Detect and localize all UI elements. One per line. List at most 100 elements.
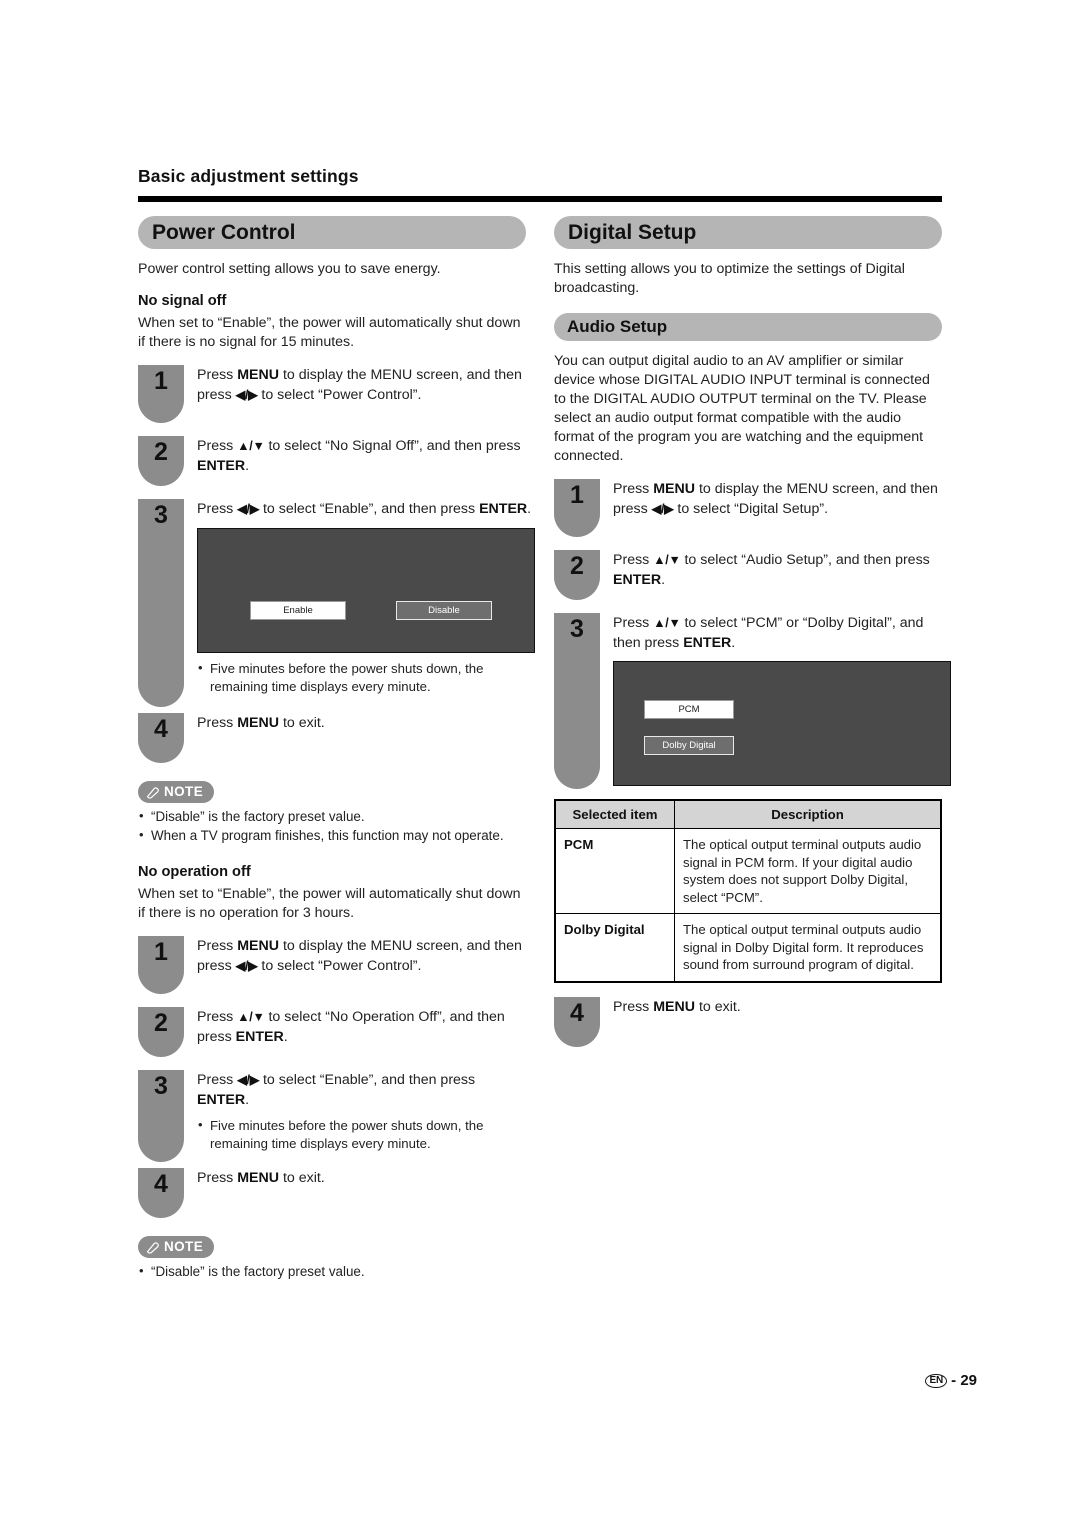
arrow-up-down-icon: ▲/▼ [653,616,681,630]
step-text-pre: Press [197,438,238,454]
step-marker: 1 [554,479,600,537]
step-row: 1 Press MENU to display the MENU screen,… [138,365,526,423]
step-text-pre: Press [613,615,654,631]
key-menu: MENU [653,998,695,1015]
key-menu: MENU [237,715,279,731]
column-header-description: Description [674,799,942,829]
step-text-post: to exit. [279,1170,325,1186]
step-text-pre: Press [197,367,238,383]
step-marker: 3 [554,613,600,789]
note-label: NOTE [164,1239,204,1254]
osd-option-dolby-digital[interactable]: Dolby Digital [644,736,734,755]
step-text-post: . [245,457,250,474]
step-text-post: . [661,571,666,588]
step-marker: 1 [138,365,184,423]
audio-setup-description: You can output digital audio to an AV am… [554,353,930,464]
step-text-pre: Press [613,481,654,497]
arrow-left-right-icon: ◀/▶ [651,501,674,516]
column-header-selected-item: Selected item [554,799,675,829]
step-text: Press ▲/▼ to select “PCM” or “Dolby Digi… [600,613,951,789]
arrow-up-down-icon: ▲/▼ [237,1010,265,1024]
step-marker: 3 [138,499,184,707]
step-row: 3 Press ▲/▼ to select “PCM” or “Dolby Di… [554,613,951,789]
language-badge: EN [925,1374,947,1388]
step-text-post: . [283,1028,288,1045]
step-bullets: Five minutes before the power shuts down… [197,1116,526,1153]
table-header-row: Selected item Description [554,799,942,829]
arrow-up-down-icon: ▲/▼ [237,439,265,453]
step-row: 1 Press MENU to display the MENU screen,… [554,479,942,537]
note-badge: NOTE [138,1236,215,1258]
page-number: 29 [960,1372,977,1389]
step-row: 3 Press ◀/▶ to select “Enable”, and then… [138,499,535,707]
no-signal-off-description: When set to “Enable”, the power will aut… [138,315,521,350]
step-text-post: to select “Digital Setup”. [673,500,829,517]
osd-option-disable[interactable]: Disable [396,600,492,620]
step-text-pre: Press [613,998,654,1015]
subheading-no-operation-off: No operation off [138,864,251,880]
note-block: NOTE “Disable” is the factory preset val… [138,781,526,845]
step-row: 4 Press MENU to exit. [554,996,942,1047]
step-text: Press MENU to exit. [600,997,942,1047]
step-marker: 4 [138,713,184,763]
key-menu: MENU [237,938,279,954]
step-row: 3 Press ◀/▶ to select “Enable”, and then… [138,1070,526,1162]
step-text-mid: to select “Enable”, and then press [259,1072,476,1088]
step-text: Press MENU to exit. [184,713,526,763]
step-text-pre: Press [197,1009,238,1025]
section-title-digital-setup: Digital Setup [554,216,942,249]
step-marker: 4 [554,996,600,1047]
osd-option-pcm[interactable]: PCM [644,700,734,719]
step-text-pre: Press [197,501,238,517]
note-block: NOTE “Disable” is the factory preset val… [138,1236,526,1281]
note-item: When a TV program finishes, this functio… [138,826,526,845]
step-row: 1 Press MENU to display the MENU screen,… [138,936,526,994]
arrow-left-right-icon: ◀/▶ [237,502,260,516]
pencil-icon [146,1242,159,1254]
osd-option-enable[interactable]: Enable [250,600,346,620]
step-text-post: to exit. [279,715,325,731]
key-enter: ENTER [683,634,732,651]
step-text-post: . [731,634,736,651]
cell-description: The optical output terminal outputs audi… [674,913,942,982]
step-marker: 3 [138,1070,184,1162]
step-text-pre: Press [197,715,238,731]
arrow-left-right-icon: ◀/▶ [235,958,258,973]
step-text: Press ▲/▼ to select “Audio Setup”, and t… [600,550,942,600]
step-text: Press ▲/▼ to select “No Operation Off”, … [184,1007,526,1057]
table-row: PCM The optical output terminal outputs … [554,828,942,914]
note-item: “Disable” is the factory preset value. [138,807,526,826]
step-text-post: . [527,501,532,517]
step-row: 2 Press ▲/▼ to select “No Operation Off”… [138,1007,526,1057]
step-text-mid: to select “Audio Setup”, and then press [680,552,930,568]
subheading-no-signal-off: No signal off [138,293,227,309]
step-marker: 1 [138,936,184,994]
bullet-item: Five minutes before the power shuts down… [197,1116,526,1153]
note-list: “Disable” is the factory preset value. [138,1262,526,1281]
step-marker: 2 [138,436,184,486]
audio-format-table: Selected item Description PCM The optica… [554,799,942,983]
step-text-post: . [245,1091,250,1108]
key-enter: ENTER [613,571,662,588]
cell-selected-item: Dolby Digital [554,913,675,982]
step-text-mid: to select “No Signal Off”, and then pres… [264,438,521,454]
bullet-item: Five minutes before the power shuts down… [197,659,535,696]
step-text-pre: Press [197,1170,238,1186]
step-text: Press MENU to exit. [184,1168,526,1218]
osd-screenshot-no-signal-off: Enable Disable [197,527,535,653]
key-enter: ENTER [479,501,528,517]
header-divider [138,196,942,202]
arrow-up-down-icon: ▲/▼ [653,553,681,567]
table-row: Dolby Digital The optical output termina… [554,913,942,982]
step-text: Press MENU to display the MENU screen, a… [184,365,526,423]
digital-setup-intro: This setting allows you to optimize the … [554,261,905,296]
step-text: Press ▲/▼ to select “No Signal Off”, and… [184,436,526,486]
note-item: “Disable” is the factory preset value. [138,1262,526,1281]
step-marker: 4 [138,1168,184,1218]
key-menu: MENU [237,367,279,383]
step-text-mid: to select “Enable”, and then press [259,501,480,517]
note-list: “Disable” is the factory preset value. W… [138,807,526,845]
section-title-power-control: Power Control [138,216,526,249]
step-text-pre: Press [197,938,238,954]
key-enter: ENTER [235,1028,284,1045]
